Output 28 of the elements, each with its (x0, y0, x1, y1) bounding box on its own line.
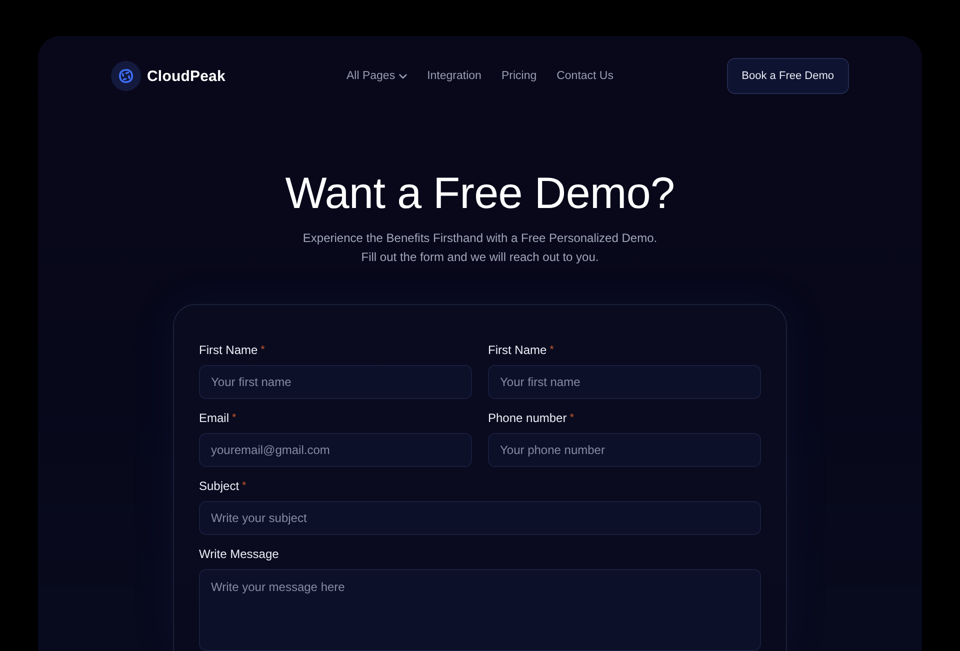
subtitle-text: Fill out the form and we will reach out to you. (361, 249, 599, 266)
brand-name: CloudPeak (147, 68, 226, 84)
field-label: Write Message (199, 546, 279, 562)
caret-icon (399, 74, 408, 78)
nav-link[interactable]: Integration (427, 70, 482, 82)
book-demo-button[interactable]: Book a Free Demo (726, 58, 849, 94)
field-label: Email (199, 410, 230, 426)
input-field[interactable]: Your phone number (488, 433, 761, 467)
field-label: First Name (199, 342, 258, 358)
logo-icon (111, 61, 141, 91)
required-mark: * (232, 411, 236, 426)
input-field[interactable]: Your first name (199, 365, 472, 399)
input-field[interactable]: youremail@gmail.com (199, 433, 472, 467)
nav-link[interactable]: All Pages (346, 70, 408, 82)
page-title: Want a Free Demo? (284, 168, 676, 220)
field-label: Subject (199, 478, 240, 494)
message-field[interactable]: Write your message here (199, 569, 761, 651)
input-field[interactable]: Your first name (488, 365, 761, 399)
input-field[interactable]: Write your subject (199, 501, 761, 535)
required-mark: * (260, 343, 265, 358)
field-label: Phone number (488, 410, 567, 426)
subtitle-text: Experience the Benefits Firsthand with a Free Personalized Demo. (302, 230, 658, 247)
required-mark: * (550, 343, 554, 358)
field-label: First Name (488, 342, 547, 358)
required-mark: * (570, 411, 574, 426)
nav-link[interactable]: Contact Us (556, 70, 614, 82)
required-mark: * (242, 479, 246, 494)
nav-link[interactable]: Pricing (501, 70, 537, 82)
